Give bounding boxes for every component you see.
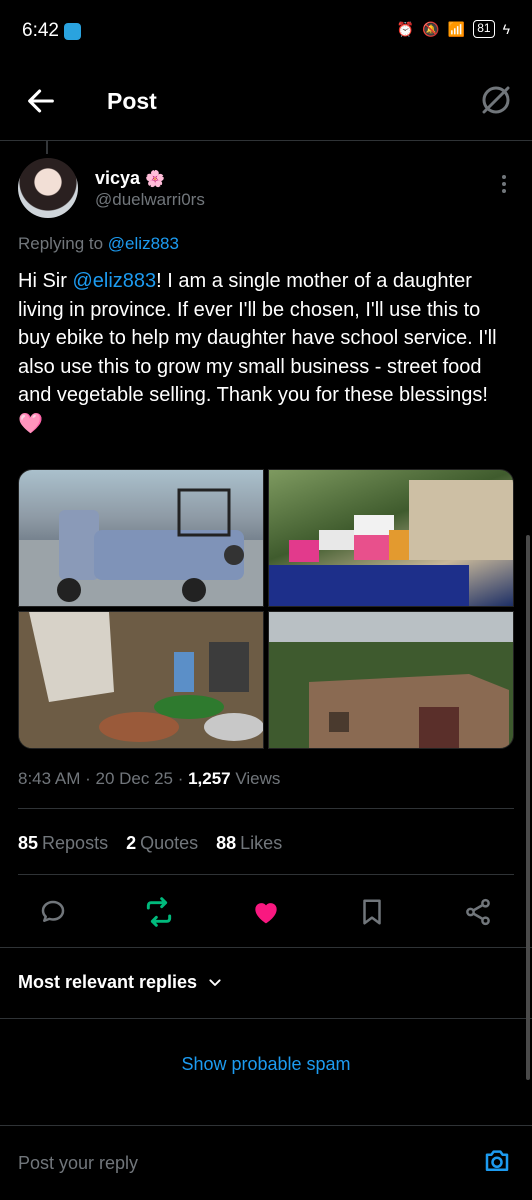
chevron-down-icon [209,978,221,986]
reply-icon [41,900,65,922]
telegram-icon [64,23,81,40]
repost-icon [146,897,172,927]
post-text: Hi Sir @eliz883! I am a single mother of… [18,267,518,438]
likes-count: 88 [216,833,237,853]
replying-prefix: Replying to [18,234,104,253]
reply-sort-dropdown[interactable]: Most relevant replies [18,972,223,993]
bookmark-button[interactable] [354,894,390,930]
header-divider [0,140,532,141]
reposts-stat[interactable]: 85 Reposts [18,833,108,854]
food-stall-illustration [269,480,513,606]
likes-stat[interactable]: 88 Likes [216,833,282,854]
replying-to: Replying to @eliz883 [18,234,179,254]
camera-icon[interactable] [482,1146,512,1176]
page-title: Post [107,88,157,114]
mute-icon: 🔕 [422,20,440,37]
views-count: 1,257 [188,769,231,788]
post-text-start: Hi Sir [18,270,73,292]
post-time: 8:43 AM [18,769,81,788]
house-illustration [269,612,513,748]
reposts-label: Reposts [42,833,109,853]
replying-to-link[interactable]: @eliz883 [108,234,179,253]
mention-link[interactable]: @eliz883 [72,270,156,292]
divider [0,947,532,948]
alarm-icon: ⏰ [396,20,415,37]
bookmark-icon [363,899,381,925]
back-arrow-icon[interactable] [24,84,58,118]
post-date: 20 Dec 25 [95,769,173,788]
more-options-icon[interactable] [500,172,508,196]
reply-button[interactable] [35,894,71,930]
share-button[interactable] [460,894,496,930]
views-label: Views [235,769,281,788]
divider [18,808,514,809]
post-stats: 85 Reposts 2 Quotes 88 Likes [18,833,282,854]
quotes-stat[interactable]: 2 Quotes [126,833,198,854]
thread-line [46,140,48,154]
battery-level: 81 [473,20,495,38]
quotes-label: Quotes [140,833,199,853]
flower-emoji: 🌸 [145,171,165,188]
repost-button[interactable] [141,894,177,930]
author-handle[interactable]: @duelwarri0rs [95,190,205,210]
like-button[interactable] [248,894,284,930]
status-icons: ⏰ 🔕 📶 81 ϟ [397,20,510,38]
divider [18,874,514,875]
ebike-illustration [19,488,263,606]
media-photo-food-stall[interactable] [268,469,514,607]
reply-sort-label: Most relevant replies [18,972,198,992]
reply-input[interactable]: Post your reply [18,1153,138,1174]
charging-icon: ϟ [502,21,510,37]
reposts-count: 85 [18,833,39,853]
heart-filled-icon [255,903,277,924]
status-time: 6:42 [22,20,59,41]
likes-label: Likes [240,833,283,853]
grok-icon[interactable] [478,82,514,118]
media-photo-ebike[interactable] [18,469,264,607]
vegetables-illustration [19,612,263,748]
divider [0,1018,532,1019]
divider [0,1125,532,1126]
quotes-count: 2 [126,833,137,853]
media-photo-house[interactable] [268,611,514,749]
author-name[interactable]: vicya 🌸 [95,168,165,189]
author-name-text: vicya [95,168,141,188]
post-meta: 8:43 AM · 20 Dec 25 · 1,257 Views [18,769,281,788]
wifi-icon: 📶 [447,20,466,37]
show-spam-button[interactable]: Show probable spam [0,1054,532,1075]
media-photo-vegetables[interactable] [18,611,264,749]
scrollbar[interactable] [526,535,530,1080]
avatar[interactable] [18,158,78,218]
heart-emoji: 🩷 [18,412,43,435]
share-icon [466,898,490,926]
